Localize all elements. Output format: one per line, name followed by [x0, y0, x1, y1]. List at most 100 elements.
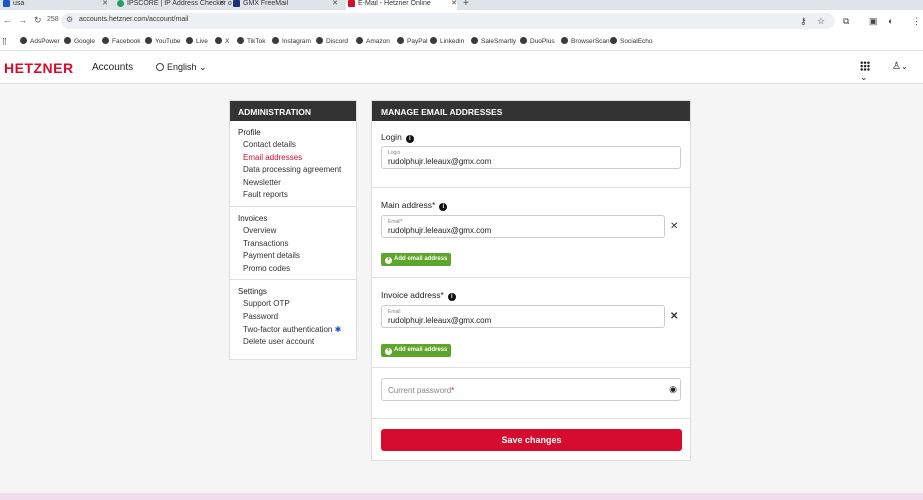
- add-email-button[interactable]: + Add email address: [381, 253, 452, 266]
- sidebar-item-delete-account[interactable]: Delete user account: [230, 336, 356, 349]
- sidebar-item-password[interactable]: Password: [230, 311, 356, 324]
- close-icon[interactable]: ✕: [332, 0, 338, 8]
- info-icon[interactable]: i: [405, 135, 414, 143]
- hetzner-logo[interactable]: HETZNER: [4, 60, 74, 76]
- invoice-address-label: Invoice address* i: [381, 290, 456, 301]
- sidebar-item-newsletter[interactable]: Newsletter: [230, 177, 356, 190]
- bookmark-icon: [272, 37, 279, 44]
- site-info-icon[interactable]: ⚙: [66, 15, 73, 24]
- sidebar-section-title: Profile: [238, 128, 261, 137]
- app-name: Accounts: [92, 62, 134, 73]
- bookmark-item[interactable]: Linkedin: [430, 37, 464, 45]
- bookmark-item[interactable]: Discord: [316, 37, 348, 45]
- extensions-icon[interactable]: ⧉: [843, 16, 849, 27]
- apps-grid-icon[interactable]: ⣿: [2, 37, 7, 45]
- bookmark-item[interactable]: TikTok: [237, 37, 266, 45]
- sidebar-item-fault-reports[interactable]: Fault reports: [230, 189, 356, 202]
- current-password-field[interactable]: Current password* ◉: [381, 378, 681, 401]
- bookmark-icon: [561, 37, 568, 44]
- sidebar-item-data-processing[interactable]: Data processing agreement: [230, 164, 356, 177]
- tab-favicon-icon: [117, 0, 124, 7]
- apps-menu[interactable]: ⌄: [860, 61, 880, 82]
- bookmark-item[interactable]: YouTube: [145, 37, 181, 45]
- user-menu[interactable]: ♙⌄: [892, 61, 908, 72]
- admin-sidebar: ADMINISTRATION Profile Contact details E…: [229, 100, 357, 360]
- back-icon[interactable]: ←: [3, 15, 12, 25]
- field-value: rudolphujr.leleaux@gmx.com: [388, 316, 492, 325]
- field-label: Email: [388, 309, 401, 315]
- login-block: Login i Login rudolphujr.leleaux@gmx.com: [372, 121, 690, 188]
- info-icon[interactable]: i: [439, 203, 448, 211]
- chevron-down-icon: ⌄: [199, 62, 207, 72]
- bookmark-item[interactable]: Google: [64, 37, 95, 45]
- bookmark-icon: [471, 37, 478, 44]
- bookmark-icon: [430, 37, 437, 44]
- invoice-address-block: Invoice address* i Email rudolphujr.lelea…: [372, 278, 690, 368]
- sidebar-item-support-otp[interactable]: Support OTP: [230, 298, 356, 311]
- bookmark-item[interactable]: X: [215, 37, 229, 45]
- bookmark-item[interactable]: DuoPlus: [520, 37, 555, 45]
- profile-icon[interactable]: ◐: [888, 16, 893, 26]
- tab-title: GMX FreeMail: [243, 0, 289, 7]
- password-block: Current password* ◉: [372, 368, 690, 419]
- bookmark-item[interactable]: SaleSmartly: [471, 37, 516, 45]
- main-address-label: Main address* i: [381, 200, 448, 211]
- sidebar-item-payment-details[interactable]: Payment details: [230, 250, 356, 263]
- sidebar-item-transactions[interactable]: Transactions: [230, 238, 356, 251]
- bookmark-item[interactable]: BrowserScan: [561, 37, 610, 45]
- bookmark-icon: [520, 37, 527, 44]
- tab-title: E-Mail - Hetzner Online: [358, 0, 431, 7]
- bookmark-item[interactable]: Instagram: [272, 37, 311, 45]
- sidebar-item-promo-codes[interactable]: Promo codes: [230, 263, 356, 276]
- split-view-icon[interactable]: ▣: [869, 16, 878, 27]
- url-text: accounts.hetzner.com/account/mail: [79, 16, 189, 23]
- login-field[interactable]: Login rudolphujr.leleaux@gmx.com: [381, 146, 681, 169]
- browser-tab-usa[interactable]: usa ✕: [3, 0, 108, 10]
- login-label: Login i: [381, 132, 414, 143]
- remove-icon[interactable]: ✕: [670, 311, 678, 322]
- sidebar-item-two-factor[interactable]: Two-factor authentication ✱: [230, 324, 356, 337]
- sidebar-section-title: Settings: [238, 287, 267, 297]
- menu-icon[interactable]: ⋮: [912, 16, 921, 27]
- sidebar-item-overview[interactable]: Overview: [230, 225, 356, 238]
- star-icon[interactable]: ☆: [817, 16, 825, 27]
- save-changes-button[interactable]: Save changes: [381, 429, 682, 451]
- bookmark-item[interactable]: Amazon: [356, 37, 390, 45]
- plus-icon: +: [385, 257, 392, 264]
- key-icon[interactable]: ⚷: [800, 16, 807, 27]
- browser-tab-ipscore[interactable]: IPSCORE | IP Address Checker o ✕: [117, 0, 232, 10]
- bookmark-item[interactable]: Facebook: [102, 37, 141, 45]
- bookmark-item[interactable]: AdsPower: [20, 37, 60, 45]
- info-icon[interactable]: i: [447, 293, 456, 301]
- remove-icon[interactable]: ✕: [670, 221, 678, 232]
- chevron-down-icon: ⌄: [900, 62, 908, 71]
- close-icon[interactable]: ✕: [102, 0, 108, 8]
- invoice-email-field[interactable]: Email rudolphujr.leleaux@gmx.com: [381, 305, 665, 328]
- close-icon[interactable]: ✕: [451, 0, 457, 8]
- eye-icon[interactable]: ◉: [669, 384, 677, 395]
- sidebar-item-email-addresses[interactable]: Email addresses: [230, 152, 356, 165]
- sidebar-section-title: Invoices: [238, 213, 268, 223]
- forward-icon[interactable]: →: [18, 15, 27, 25]
- reload-icon[interactable]: ↻: [34, 15, 42, 26]
- browser-tab-bar: usa ✕ IPSCORE | IP Address Checker o ✕ G…: [0, 0, 923, 10]
- add-email-button[interactable]: + Add email address: [381, 344, 452, 357]
- sidebar-item-contact-details[interactable]: Contact details: [230, 139, 356, 152]
- main-email-field[interactable]: Email* rudolphujr.leleaux@gmx.com: [381, 215, 665, 238]
- badge-count: 258: [47, 16, 59, 23]
- language-selector[interactable]: English ⌄: [156, 62, 207, 73]
- close-icon[interactable]: ✕: [219, 0, 225, 8]
- url-field[interactable]: ⚙ accounts.hetzner.com/account/mail ⚷ ☆: [61, 13, 835, 29]
- bookmark-icon: [20, 37, 27, 44]
- bookmark-icon: [316, 37, 323, 44]
- field-value: rudolphujr.leleaux@gmx.com: [388, 157, 492, 166]
- browser-tab-gmx[interactable]: GMX FreeMail ✕: [233, 0, 338, 10]
- bookmark-item[interactable]: SocialEcho: [610, 37, 653, 45]
- new-tab-icon[interactable]: +: [463, 0, 469, 9]
- browser-tab-hetzner[interactable]: E-Mail - Hetzner Online ✕: [346, 0, 457, 10]
- panel-title: MANAGE EMAIL ADDRESSES: [372, 101, 690, 121]
- bookmark-item[interactable]: PayPal: [397, 37, 428, 45]
- bookmark-item[interactable]: Live: [186, 37, 208, 45]
- field-label: Email*: [388, 219, 403, 225]
- plus-icon: +: [385, 348, 392, 355]
